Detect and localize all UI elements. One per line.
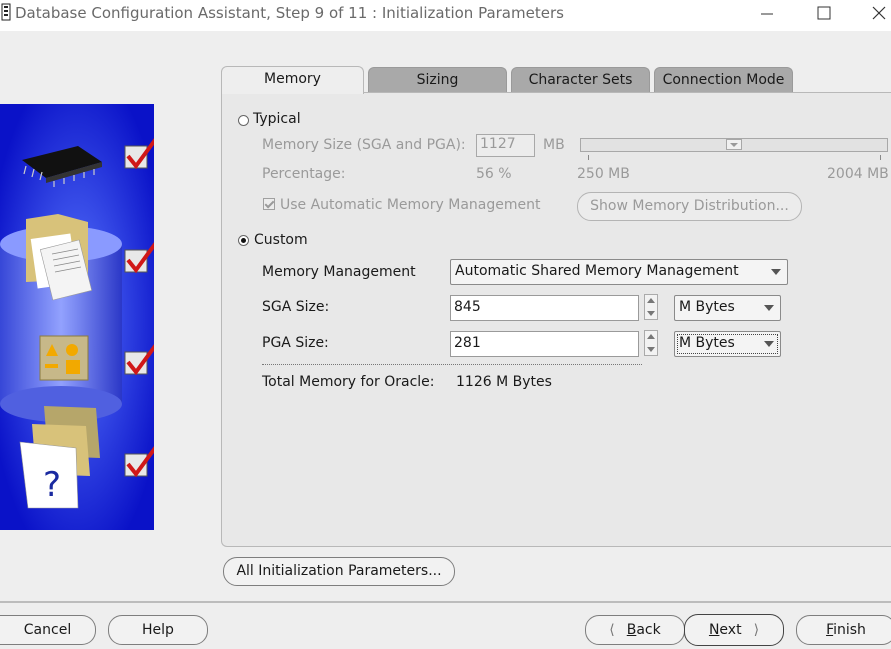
minimize-icon[interactable] bbox=[756, 4, 778, 24]
typical-radio[interactable] bbox=[238, 115, 249, 126]
spinner-up-icon[interactable] bbox=[647, 298, 655, 303]
memory-size-unit: MB bbox=[543, 137, 565, 153]
chevron-left-icon: ⟨ bbox=[609, 622, 615, 638]
chevron-right-icon: ⟩ bbox=[753, 622, 760, 638]
chevron-down-icon bbox=[764, 305, 774, 311]
auto-memory-checkbox[interactable] bbox=[263, 198, 275, 210]
pga-size-label: PGA Size: bbox=[262, 335, 329, 351]
tab-connection-mode[interactable]: Connection Mode bbox=[654, 67, 793, 92]
sga-size-label: SGA Size: bbox=[262, 299, 330, 315]
window-title: Database Configuration Assistant, Step 9… bbox=[15, 4, 564, 22]
back-button[interactable]: ⟨ Back bbox=[585, 615, 685, 645]
pga-unit-value: M Bytes bbox=[679, 335, 735, 351]
app-icon bbox=[1, 3, 11, 21]
sga-unit-select[interactable]: M Bytes bbox=[674, 295, 781, 321]
custom-label: Custom bbox=[254, 232, 308, 248]
memory-size-label: Memory Size (SGA and PGA): bbox=[262, 137, 466, 153]
typical-label: Typical bbox=[253, 111, 301, 127]
slider-tick-max bbox=[880, 155, 881, 160]
all-initialization-parameters-button[interactable]: All Initialization Parameters... bbox=[223, 557, 455, 586]
sga-unit-value: M Bytes bbox=[679, 299, 735, 315]
slider-max-label: 2004 MB bbox=[827, 166, 889, 182]
slider-min-label: 250 MB bbox=[577, 166, 630, 182]
spinner-down-icon[interactable] bbox=[647, 311, 655, 316]
finish-button[interactable]: Finish bbox=[796, 615, 891, 645]
memory-slider-thumb[interactable] bbox=[726, 139, 742, 150]
memory-size-input[interactable]: 1127 bbox=[476, 134, 535, 157]
wizard-side-graphic: ? bbox=[0, 104, 154, 530]
auto-memory-label: Use Automatic Memory Management bbox=[280, 197, 541, 213]
cancel-button[interactable]: Cancel bbox=[0, 615, 96, 645]
bottom-separator bbox=[0, 601, 891, 603]
chevron-down-icon bbox=[764, 341, 774, 347]
sga-size-input[interactable]: 845 bbox=[450, 295, 639, 321]
maximize-icon[interactable] bbox=[813, 4, 835, 24]
total-separator bbox=[262, 364, 642, 365]
custom-radio[interactable] bbox=[238, 235, 249, 246]
spinner-down-icon[interactable] bbox=[647, 347, 655, 352]
tab-sizing[interactable]: Sizing bbox=[368, 67, 507, 92]
parameters-tile-icon bbox=[39, 335, 89, 381]
help-button[interactable]: Help bbox=[108, 615, 208, 645]
next-button[interactable]: Next ⟩ bbox=[684, 614, 784, 646]
sga-size-spinner[interactable] bbox=[644, 294, 658, 320]
close-icon[interactable] bbox=[868, 2, 890, 24]
memory-management-select[interactable]: Automatic Shared Memory Management bbox=[450, 259, 788, 285]
wizard-illustration: ? bbox=[0, 104, 154, 530]
svg-text:?: ? bbox=[43, 465, 61, 505]
total-memory-value: 1126 M Bytes bbox=[456, 374, 552, 390]
pga-unit-select[interactable]: M Bytes bbox=[674, 331, 781, 357]
tab-character-sets[interactable]: Character Sets bbox=[511, 67, 650, 92]
memory-management-label: Memory Management bbox=[262, 264, 416, 280]
memory-management-value: Automatic Shared Memory Management bbox=[455, 263, 739, 279]
tab-memory[interactable]: Memory bbox=[221, 66, 364, 94]
total-memory-label: Total Memory for Oracle: bbox=[262, 374, 435, 390]
pga-size-input[interactable]: 281 bbox=[450, 331, 639, 357]
pga-size-spinner[interactable] bbox=[644, 330, 658, 356]
show-memory-distribution-button[interactable]: Show Memory Distribution... bbox=[577, 192, 802, 221]
slider-tick-min bbox=[588, 155, 589, 160]
chevron-down-icon bbox=[771, 269, 781, 275]
spinner-up-icon[interactable] bbox=[647, 334, 655, 339]
percentage-value: 56 % bbox=[476, 166, 512, 182]
percentage-label: Percentage: bbox=[262, 166, 346, 182]
